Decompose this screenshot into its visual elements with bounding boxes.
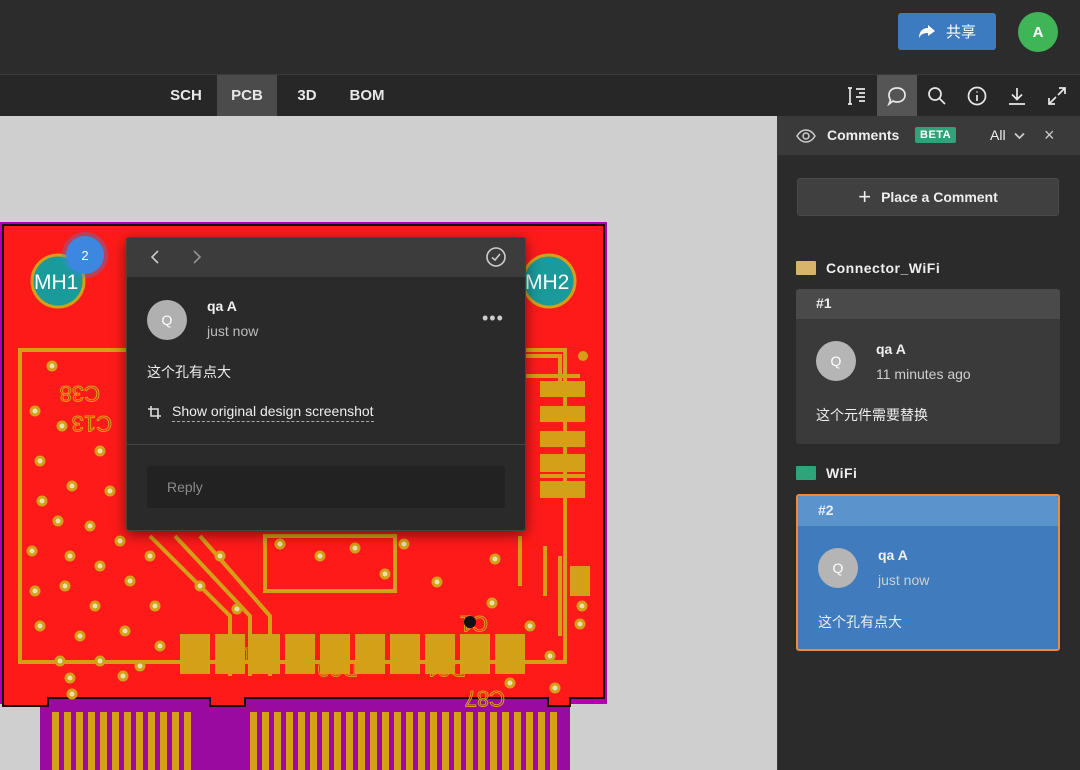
chevron-down-icon — [1013, 132, 1025, 139]
check-circle-icon — [486, 247, 506, 267]
visibility-toggle[interactable] — [796, 126, 816, 146]
measure-icon — [848, 86, 865, 105]
info-icon — [967, 86, 987, 105]
comment-text: 这个孔有点大 — [147, 364, 231, 380]
share-button[interactable]: 共享 — [898, 13, 996, 50]
comment-time: just now — [878, 572, 930, 588]
designator-c12: C12 — [230, 643, 270, 668]
pad-label-mh1: MH1 — [34, 271, 78, 294]
download-icon — [1009, 87, 1025, 105]
expand-icon — [1048, 86, 1066, 105]
designator-d30: D30 — [318, 656, 358, 681]
expand-tool-button[interactable] — [1037, 75, 1077, 116]
comments-title: Comments — [827, 127, 900, 143]
crop-icon — [148, 406, 161, 419]
group-name: WiFi — [826, 465, 858, 481]
designator-d31: D31 — [426, 656, 466, 681]
comment-number: #1 — [796, 289, 1060, 319]
comment-icon — [887, 86, 906, 106]
share-label: 共享 — [945, 24, 976, 41]
show-screenshot-label: Show original design screenshot — [172, 403, 374, 422]
comment-time: 11 minutes ago — [876, 366, 971, 382]
commenter-avatar: Q — [818, 548, 858, 588]
previous-comment-button[interactable] — [145, 246, 167, 268]
place-comment-label: Place a Comment — [881, 189, 998, 205]
component-icon — [796, 466, 816, 480]
comment-time: just now — [207, 323, 259, 339]
beta-badge: BETA — [915, 127, 957, 143]
tab-pcb[interactable]: PCB — [217, 75, 277, 116]
comment-filter-dropdown[interactable]: All — [990, 127, 1025, 143]
chevron-left-icon — [150, 250, 159, 264]
popup-header — [127, 238, 525, 277]
pad-label-mh2: MH2 — [525, 271, 569, 294]
plus-icon: + — [858, 184, 872, 209]
share-arrow-icon — [918, 24, 935, 38]
comment-text: 这个孔有点大 — [818, 614, 902, 630]
resolve-comment-button[interactable] — [485, 246, 507, 268]
eye-icon — [796, 129, 816, 143]
user-avatar[interactable]: A — [1018, 12, 1058, 52]
commenter-avatar: Q — [147, 300, 187, 340]
show-screenshot-link[interactable]: Show original design screenshot — [147, 403, 374, 422]
commenter-name: qa A — [207, 298, 237, 314]
comment-text: 这个元件需要替换 — [816, 407, 928, 423]
comment-card-2[interactable]: #2 Q qa A just now 这个孔有点大 — [796, 494, 1060, 651]
search-icon — [928, 86, 946, 105]
chevron-right-icon — [193, 250, 202, 264]
filter-label: All — [990, 127, 1006, 143]
reply-input[interactable] — [147, 466, 505, 508]
commenter-name: qa A — [876, 341, 906, 357]
more-options-button[interactable]: ••• — [482, 308, 504, 329]
comment-popup: Q qa A just now ••• 这个孔有点大 Show original… — [126, 237, 526, 531]
comment-tool-button[interactable] — [877, 75, 917, 116]
comment-pin-badge[interactable]: 2 — [66, 236, 104, 274]
close-panel-button[interactable]: × — [1044, 125, 1055, 146]
tab-sch[interactable]: SCH — [156, 75, 216, 116]
component-group-wifi: WiFi — [796, 465, 857, 481]
measure-tool-button[interactable] — [837, 75, 877, 116]
commenter-avatar: Q — [816, 341, 856, 381]
popup-divider — [127, 444, 525, 445]
view-tab-bar: SCH PCB 3D BOM — [0, 75, 1080, 116]
download-tool-button[interactable] — [997, 75, 1037, 116]
info-tool-button[interactable] — [957, 75, 997, 116]
commenter-name: qa A — [878, 547, 908, 563]
tab-3d[interactable]: 3D — [279, 75, 335, 116]
tab-bom[interactable]: BOM — [337, 75, 397, 116]
comments-panel-header: Comments BETA All × — [778, 116, 1080, 155]
group-name: Connector_WiFi — [826, 260, 941, 276]
component-icon — [796, 261, 816, 275]
component-group-connector-wifi: Connector_WiFi — [796, 260, 940, 276]
comment-number: #2 — [798, 496, 1058, 526]
designator-c87: C87 — [465, 686, 505, 711]
place-comment-button[interactable]: + Place a Comment — [797, 178, 1059, 216]
next-comment-button[interactable] — [185, 246, 207, 268]
top-bar: 共享 A — [0, 0, 1080, 75]
designator-c38: C38 — [60, 381, 100, 406]
search-tool-button[interactable] — [917, 75, 957, 116]
designator-c13: C13 — [72, 411, 112, 436]
comment-card-1[interactable]: #1 Q qa A 11 minutes ago 这个元件需要替换 — [796, 289, 1060, 444]
comments-panel: Comments BETA All × + Place a Comment Co… — [777, 116, 1080, 770]
